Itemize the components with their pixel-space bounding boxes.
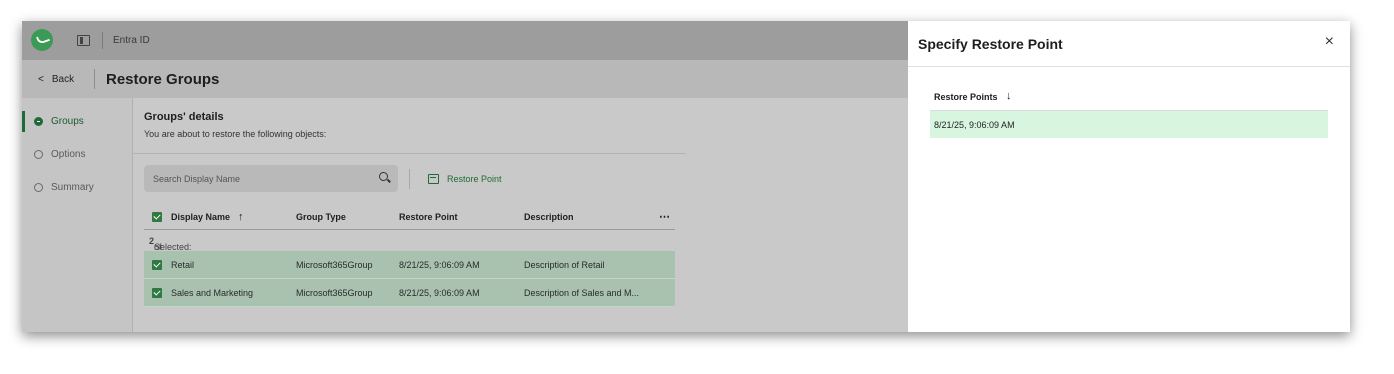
app-name: Entra ID [113, 35, 150, 46]
brand-logo-icon [31, 29, 53, 51]
selection-info: Selected: 2 of 2 [144, 230, 675, 262]
chevron-left-icon: < [38, 74, 44, 85]
column-description[interactable]: Description [524, 204, 574, 229]
select-all-checkbox[interactable] [152, 211, 162, 222]
more-options-icon[interactable]: ⋯ [659, 204, 670, 229]
close-icon[interactable]: × [1325, 33, 1334, 51]
back-button[interactable]: < Back [38, 74, 74, 85]
column-group-type[interactable]: Group Type [296, 204, 346, 229]
step-label: Options [51, 149, 86, 160]
table-row[interactable]: Sales and Marketing Microsoft365Group 8/… [144, 279, 675, 307]
wizard-steps: Groups Options Summary [22, 98, 133, 332]
divider [133, 153, 686, 154]
calendar-icon [428, 174, 439, 184]
section-subtitle: You are about to restore the following o… [144, 129, 327, 139]
back-label: Back [51, 74, 75, 85]
divider [94, 69, 95, 89]
step-groups[interactable]: Groups [34, 116, 84, 127]
group-name: Retail [171, 259, 195, 270]
divider [102, 32, 103, 49]
page-title: Restore Groups [106, 71, 220, 88]
column-label: Display Name [171, 211, 231, 222]
column-label: Restore Points [934, 92, 998, 102]
restore-points-header[interactable]: Restore Points ↓ [930, 90, 1328, 111]
step-summary[interactable]: Summary [34, 182, 94, 193]
search-icon[interactable] [379, 172, 388, 181]
column-display-name[interactable]: Display Name ↑ [152, 204, 244, 229]
step-options[interactable]: Options [34, 149, 85, 160]
group-restore-point: 8/21/25, 9:06:09 AM [399, 259, 480, 270]
group-type: Microsoft365Group [296, 259, 373, 270]
search-placeholder: Search Display Name [153, 174, 241, 184]
groups-table: Display Name ↑ Group Type Restore Point … [144, 204, 675, 307]
row-checkbox[interactable] [152, 259, 162, 270]
step-active-icon [34, 117, 43, 126]
search-input[interactable]: Search Display Name [144, 165, 398, 192]
step-label: Groups [51, 116, 84, 127]
column-restore-point[interactable]: Restore Point [399, 204, 458, 229]
group-restore-point: 8/21/25, 9:06:09 AM [399, 287, 480, 298]
restore-point-item[interactable]: 8/21/25, 9:06:09 AM [930, 111, 1328, 138]
step-radio-icon [34, 183, 43, 192]
name-cell: Sales and Marketing [152, 279, 253, 306]
sort-ascending-icon[interactable]: ↑ [238, 211, 244, 223]
table-row[interactable]: Retail Microsoft365Group 8/21/25, 9:06:0… [144, 251, 675, 279]
row-checkbox[interactable] [152, 287, 162, 298]
section-title: Groups' details [144, 111, 224, 123]
groups-details-section: Groups' details You are about to restore… [133, 98, 687, 332]
group-name: Sales and Marketing [171, 287, 254, 298]
restore-point-button[interactable]: Restore Point [428, 174, 502, 184]
app-window: Entra ID < Back Restore Groups Groups Opt… [22, 21, 1350, 332]
group-description: Description of Retail [524, 259, 605, 270]
group-type: Microsoft365Group [296, 287, 373, 298]
step-radio-icon [34, 150, 43, 159]
dialog-title: Specify Restore Point [918, 36, 1063, 52]
empty-area [686, 98, 908, 332]
main-app: Entra ID < Back Restore Groups Groups Opt… [22, 21, 908, 332]
restore-point-value: 8/21/25, 9:06:09 AM [934, 120, 1015, 130]
divider [409, 169, 410, 189]
name-cell: Retail [152, 251, 194, 278]
table-header: Display Name ↑ Group Type Restore Point … [144, 204, 675, 230]
restore-point-dialog: Specify Restore Point × Restore Points ↓… [908, 21, 1350, 332]
top-bar: Entra ID [22, 21, 908, 60]
step-label: Summary [51, 182, 94, 193]
divider [908, 66, 1350, 67]
restore-point-label: Restore Point [447, 174, 502, 184]
active-step-indicator [22, 111, 25, 132]
sort-descending-icon[interactable]: ↓ [1006, 90, 1012, 102]
group-description: Description of Sales and M... [524, 287, 640, 298]
sidebar-toggle-icon[interactable] [77, 35, 90, 46]
page-header: < Back Restore Groups [22, 60, 908, 98]
